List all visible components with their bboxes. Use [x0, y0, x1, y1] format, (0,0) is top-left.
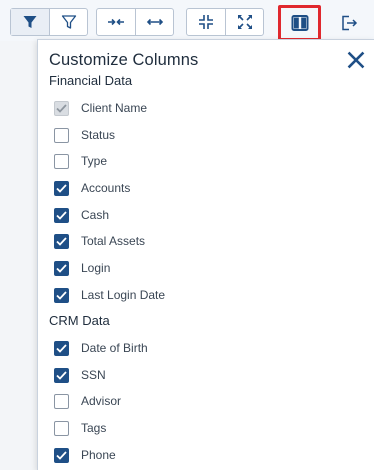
customize-columns-button[interactable]	[281, 8, 318, 38]
column-label: Phone	[81, 448, 116, 462]
collapse-horizontal-icon	[108, 18, 124, 26]
column-label: Accounts	[81, 181, 131, 195]
column-label: Status	[81, 128, 116, 142]
customize-columns-panel: Customize Columns Financial Data Client …	[37, 39, 374, 470]
column-option-ssn[interactable]: SSN	[54, 365, 106, 385]
checkbox-cash[interactable]	[54, 207, 69, 223]
column-option-tags[interactable]: Tags	[54, 418, 106, 438]
columns-icon	[291, 15, 308, 31]
checkbox-client-name	[54, 100, 69, 116]
close-button[interactable]	[346, 50, 366, 70]
column-label: Cash	[81, 208, 110, 222]
column-label: Last Login Date	[81, 288, 166, 302]
checkbox-type[interactable]	[54, 153, 69, 169]
section-label-financial: Financial Data	[49, 73, 133, 88]
filter-icon	[23, 16, 37, 28]
column-option-cash[interactable]: Cash	[54, 205, 109, 225]
export-button[interactable]	[334, 8, 364, 38]
filter-toggle-group	[10, 8, 88, 36]
checkbox-accounts[interactable]	[54, 180, 69, 196]
checkbox-ssn[interactable]	[54, 367, 69, 383]
column-option-date-of-birth[interactable]: Date of Birth	[54, 338, 148, 358]
panel-title: Customize Columns	[49, 51, 199, 69]
filter-outline-button[interactable]	[49, 9, 87, 35]
column-label: Type	[81, 154, 108, 168]
checkbox-status[interactable]	[54, 127, 69, 143]
column-label: Total Assets	[81, 234, 146, 248]
expand-button[interactable]	[225, 9, 263, 35]
column-option-advisor[interactable]: Advisor	[54, 391, 121, 411]
size-toggle-group	[186, 8, 264, 36]
checkbox-phone[interactable]	[54, 447, 69, 463]
column-option-total-assets[interactable]: Total Assets	[54, 231, 145, 251]
checkbox-last-login-date[interactable]	[54, 287, 69, 303]
export-icon	[342, 15, 358, 31]
grid-background	[0, 41, 37, 470]
column-option-phone[interactable]: Phone	[54, 445, 116, 465]
column-option-login[interactable]: Login	[54, 258, 110, 278]
column-option-status[interactable]: Status	[54, 125, 115, 145]
filter-outline-icon	[61, 15, 76, 29]
checkbox-total-assets[interactable]	[54, 233, 69, 249]
filter-button[interactable]	[11, 9, 49, 35]
column-option-client-name: Client Name	[54, 98, 147, 118]
column-label: SSN	[81, 368, 106, 382]
expand-icon	[237, 14, 252, 30]
column-label: Tags	[81, 421, 107, 435]
expand-horizontal-icon	[146, 18, 163, 26]
width-toggle-group	[96, 8, 174, 36]
collapse-columns-button[interactable]	[97, 9, 135, 35]
column-label: Login	[81, 261, 111, 275]
column-label: Client Name	[81, 101, 148, 115]
section-label-crm: CRM Data	[49, 313, 110, 328]
column-option-accounts[interactable]: Accounts	[54, 178, 130, 198]
checkbox-login[interactable]	[54, 260, 69, 276]
column-option-type[interactable]: Type	[54, 151, 107, 171]
expand-columns-button[interactable]	[135, 9, 173, 35]
column-label: Date of Birth	[81, 341, 148, 355]
column-label: Advisor	[81, 394, 122, 408]
checkbox-tags[interactable]	[54, 420, 69, 436]
checkbox-date-of-birth[interactable]	[54, 340, 69, 356]
collapse-icon	[199, 15, 213, 29]
checkbox-advisor[interactable]	[54, 393, 69, 409]
column-option-last-login-date[interactable]: Last Login Date	[54, 285, 165, 305]
collapse-button[interactable]	[187, 9, 225, 35]
close-icon	[347, 51, 365, 69]
